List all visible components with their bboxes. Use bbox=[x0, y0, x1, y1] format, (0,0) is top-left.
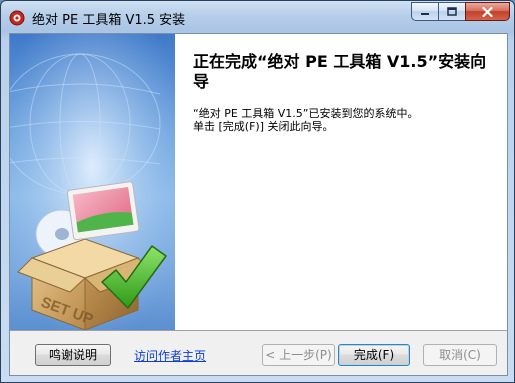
cancel-button[interactable]: 取消(C) bbox=[423, 344, 497, 366]
minimize-button[interactable] bbox=[411, 2, 438, 21]
close-icon bbox=[482, 6, 493, 17]
maximize-icon bbox=[447, 7, 457, 16]
wizard-content: 正在完成“绝对 PE 工具箱 V1.5”安装向导 “绝对 PE 工具箱 V1.5… bbox=[175, 34, 507, 330]
banner-artwork: SET UP bbox=[10, 34, 175, 330]
installer-window: 绝对 PE 工具箱 V1.5 安装 SET UP 正在完成“绝对 PE 工具箱 … bbox=[0, 0, 515, 383]
description-line-1: “绝对 PE 工具箱 V1.5”已安装到您的系统中。 bbox=[193, 107, 419, 120]
wizard-banner: SET UP bbox=[10, 34, 175, 330]
back-button[interactable]: < 上一步(P) bbox=[262, 344, 335, 366]
wizard-client: SET UP 正在完成“绝对 PE 工具箱 V1.5”安装向导 “绝对 PE 工… bbox=[9, 33, 508, 376]
caption-buttons bbox=[411, 2, 510, 22]
close-button[interactable] bbox=[465, 2, 510, 21]
thanks-button[interactable]: 鸣谢说明 bbox=[35, 344, 111, 366]
description-line-2: 单击 [完成(F)] 关闭此向导。 bbox=[193, 120, 334, 133]
finish-button[interactable]: 完成(F) bbox=[338, 344, 410, 366]
monitor-image-icon bbox=[66, 181, 140, 241]
description-text: “绝对 PE 工具箱 V1.5”已安装到您的系统中。 单击 [完成(F)] 关闭… bbox=[193, 107, 493, 133]
maximize-button[interactable] bbox=[438, 2, 465, 21]
app-icon bbox=[9, 10, 25, 26]
title-bar[interactable]: 绝对 PE 工具箱 V1.5 安装 bbox=[1, 1, 514, 33]
wizard-footer: 鸣谢说明 访问作者主页 < 上一步(P) 完成(F) 取消(C) bbox=[10, 332, 507, 375]
minimize-icon bbox=[421, 12, 429, 15]
window-title: 绝对 PE 工具箱 V1.5 安装 bbox=[32, 13, 186, 28]
author-homepage-link[interactable]: 访问作者主页 bbox=[134, 347, 206, 364]
page-title: 正在完成“绝对 PE 工具箱 V1.5”安装向导 bbox=[193, 52, 487, 91]
